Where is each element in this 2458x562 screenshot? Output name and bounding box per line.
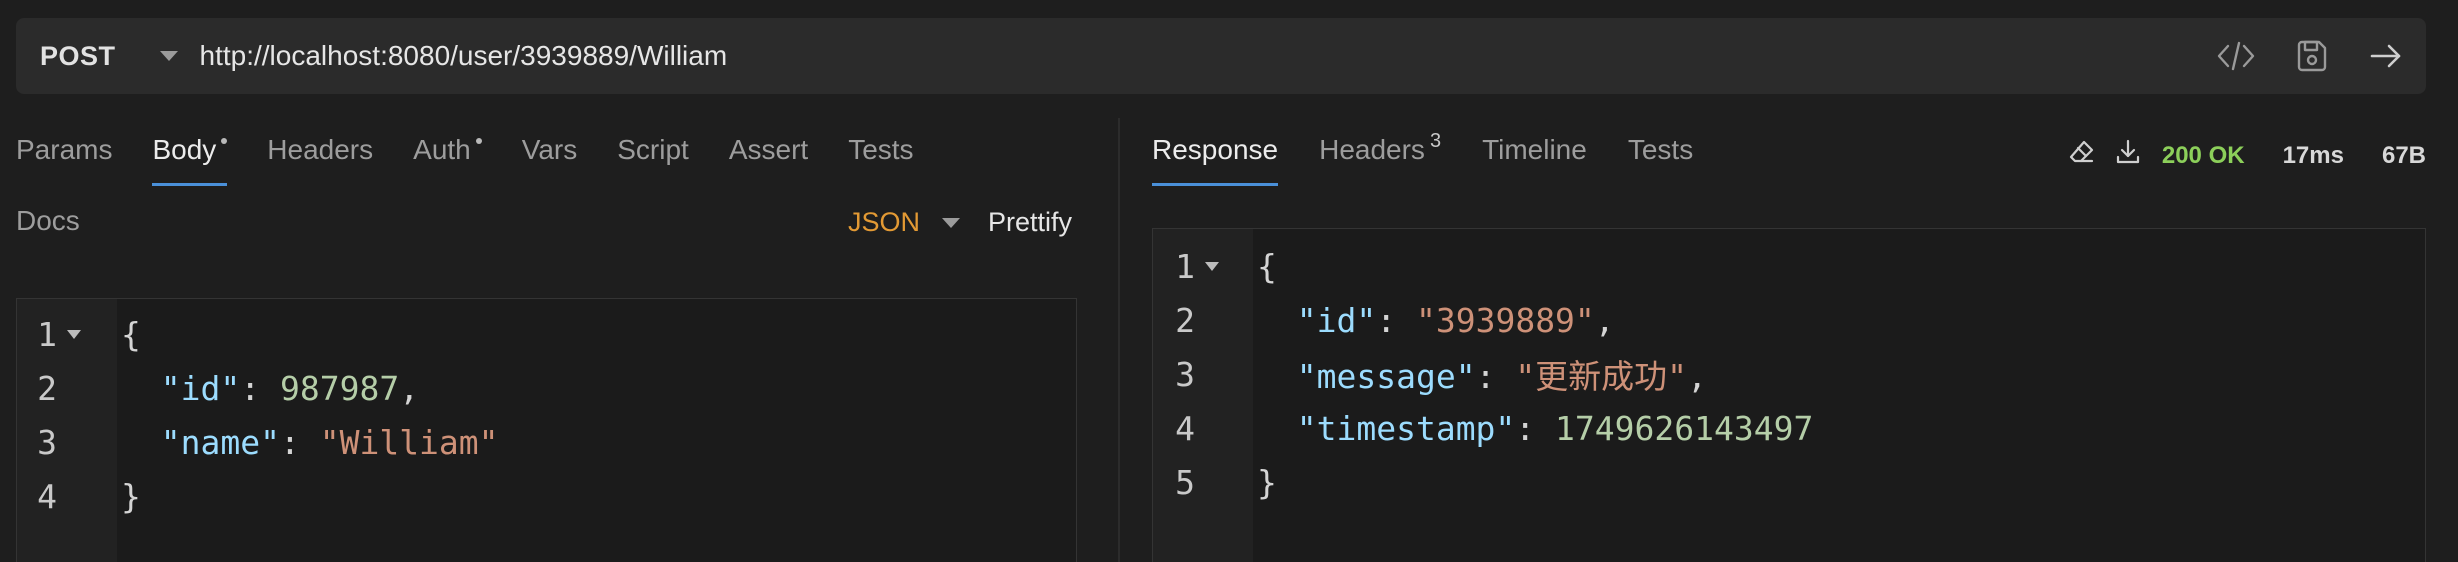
code-line: 5 } bbox=[1153, 455, 1277, 509]
tab-params[interactable]: Params bbox=[16, 134, 112, 186]
code-line: 1 { bbox=[17, 307, 141, 361]
code-line: 2 "id": 987987, bbox=[17, 361, 419, 415]
tab-headers[interactable]: Headers bbox=[267, 134, 373, 186]
chevron-down-icon[interactable] bbox=[159, 51, 178, 61]
request-tabs: Params Body Headers Auth Vars Script Ass… bbox=[16, 134, 954, 186]
tab-vars[interactable]: Vars bbox=[522, 134, 578, 186]
method-selector[interactable]: POST bbox=[40, 41, 116, 72]
line-number: 1 bbox=[37, 314, 57, 354]
response-size: 67B bbox=[2381, 141, 2426, 169]
line-number: 3 bbox=[1175, 354, 1195, 394]
tab-auth[interactable]: Auth bbox=[413, 134, 482, 186]
tab-response-headers[interactable]: Headers 3 bbox=[1319, 130, 1441, 186]
status-code: 200 OK bbox=[2161, 141, 2245, 169]
request-body-editor[interactable]: 1 { 2 "id": 987987, 3 "name": "William" … bbox=[16, 298, 1077, 562]
tab-timeline[interactable]: Timeline bbox=[1482, 134, 1587, 186]
tab-response[interactable]: Response bbox=[1152, 134, 1279, 186]
tab-assert[interactable]: Assert bbox=[729, 134, 808, 186]
response-body-viewer[interactable]: 1 { 2 "id": "3939889", 3 "message": "更新成… bbox=[1152, 228, 2426, 562]
tab-body[interactable]: Body bbox=[152, 134, 228, 186]
fold-icon[interactable] bbox=[67, 329, 81, 339]
line-number: 3 bbox=[37, 422, 57, 462]
response-time: 17ms bbox=[2282, 141, 2344, 169]
code-line: 1 { bbox=[1153, 239, 1277, 293]
eraser-icon[interactable] bbox=[2068, 138, 2096, 173]
tab-script[interactable]: Script bbox=[617, 134, 689, 186]
body-mode-label: JSON bbox=[848, 207, 921, 237]
headers-count: 3 bbox=[1429, 130, 1442, 152]
modified-indicator bbox=[221, 138, 228, 144]
code-line: 4 } bbox=[17, 469, 141, 523]
response-tabs: Response Headers 3 Timeline Tests bbox=[1152, 130, 1734, 186]
line-number: 2 bbox=[37, 368, 57, 408]
url-input[interactable]: http://localhost:8080/user/3939889/Willi… bbox=[200, 40, 2216, 72]
tab-response-tests[interactable]: Tests bbox=[1628, 134, 1693, 186]
url-actions bbox=[2216, 38, 2404, 74]
code-line: 2 "id": "3939889", bbox=[1153, 293, 1615, 347]
save-icon[interactable] bbox=[2294, 38, 2330, 74]
response-status-bar: 200 OK 17ms 67B bbox=[2068, 138, 2426, 173]
chevron-down-icon bbox=[942, 217, 961, 228]
code-icon[interactable] bbox=[2216, 38, 2256, 74]
body-mode-selector[interactable]: JSON bbox=[848, 207, 961, 238]
line-number: 5 bbox=[1175, 462, 1195, 502]
tab-tests[interactable]: Tests bbox=[848, 134, 913, 186]
fold-icon[interactable] bbox=[1205, 261, 1219, 271]
code-line: 4 "timestamp": 1749626143497 bbox=[1153, 401, 1813, 455]
line-number: 2 bbox=[1175, 300, 1195, 340]
line-number: 1 bbox=[1175, 246, 1195, 286]
tab-docs[interactable]: Docs bbox=[16, 205, 80, 237]
modified-indicator bbox=[475, 138, 482, 144]
line-number: 4 bbox=[1175, 408, 1195, 448]
line-number: 4 bbox=[37, 476, 57, 516]
url-bar: POST http://localhost:8080/user/3939889/… bbox=[16, 18, 2426, 94]
arrow-right-icon[interactable] bbox=[2368, 38, 2404, 74]
code-line: 3 "name": "William" bbox=[17, 415, 498, 469]
download-icon[interactable] bbox=[2114, 138, 2142, 173]
code-line: 3 "message": "更新成功", bbox=[1153, 347, 1707, 401]
prettify-button[interactable]: Prettify bbox=[988, 207, 1072, 238]
pane-divider[interactable] bbox=[1118, 118, 1120, 562]
